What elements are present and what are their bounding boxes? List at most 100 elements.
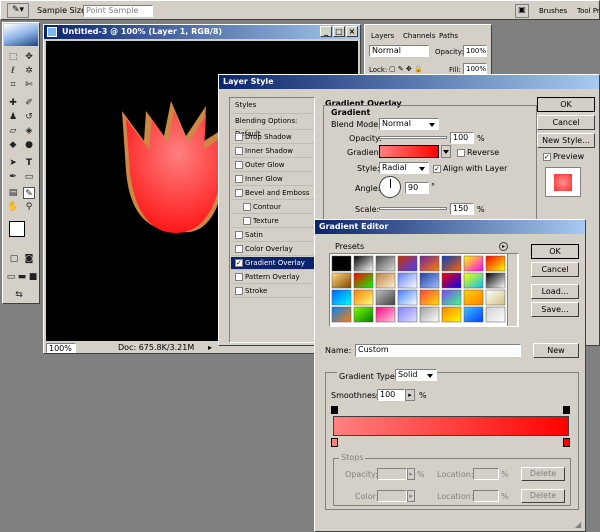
preset-swatch[interactable] [441,289,462,306]
standard-mode-icon[interactable]: ▢ [8,253,20,265]
color-stop-left[interactable] [331,438,338,447]
contour-checkbox[interactable] [243,203,251,211]
layer-blend-mode-select[interactable]: Normal [369,45,429,57]
tab-tool-presets[interactable]: Tool Pr [577,7,600,19]
preset-swatch[interactable] [485,255,506,272]
slice-tool-icon[interactable]: ✄ [23,79,35,91]
gradient-load-button[interactable]: Load... [531,284,579,299]
sidebar-item-stroke[interactable]: Stroke [231,285,314,298]
gradient-dropdown-button[interactable] [441,145,451,158]
preset-swatch[interactable] [463,272,484,289]
preset-swatch[interactable] [375,272,396,289]
preset-swatch[interactable] [331,255,352,272]
sidebar-item-inner-glow[interactable]: Inner Glow [231,173,314,186]
layer-style-cancel-button[interactable]: Cancel [537,115,595,130]
minimize-button[interactable]: _ [320,26,332,37]
document-title-bar[interactable]: Untitled-3 @ 100% (Layer 1, RGB/8) _ □ × [44,25,360,39]
preset-swatch[interactable] [397,255,418,272]
preset-swatch[interactable] [331,306,352,323]
path-selection-tool-icon[interactable]: ➤ [7,157,19,169]
preset-swatch[interactable] [397,289,418,306]
sidebar-item-pattern-overlay[interactable]: Pattern Overlay [231,271,314,284]
stop-opacity-location-field[interactable] [473,468,499,480]
eyedropper-tool-preset[interactable]: ✎▾ [7,3,29,18]
foreground-color-swatch[interactable] [9,221,25,237]
sidebar-item-contour[interactable]: Contour [231,201,314,214]
sidebar-item-texture[interactable]: Texture [231,215,314,228]
eraser-tool-icon[interactable]: ▱ [7,125,19,137]
inner-shadow-checkbox[interactable] [235,147,243,155]
presets-swatches[interactable] [330,254,518,326]
preset-swatch[interactable] [463,306,484,323]
sidebar-item-blending-options[interactable]: Blending Options: Default [231,115,314,138]
preview-checkbox[interactable]: ✓ Preview [543,152,584,162]
sidebar-item-drop-shadow[interactable]: Drop Shadow [231,131,314,144]
bevel-emboss-checkbox[interactable] [235,189,243,197]
tab-brushes[interactable]: Brushes [539,7,571,19]
preset-swatch[interactable] [419,255,440,272]
opacity-field[interactable]: 100 [450,132,474,144]
magic-wand-tool-icon[interactable]: ✲ [23,65,35,77]
sidebar-item-inner-shadow[interactable]: Inner Shadow [231,145,314,158]
marquee-tool-icon[interactable]: ⬚ [7,51,19,63]
bucket-tool-icon[interactable]: ◈ [23,125,35,137]
delete-color-stop-button[interactable]: Delete [521,489,565,503]
stop-opacity-field[interactable] [377,468,407,480]
new-style-button[interactable]: New Style... [537,133,595,148]
color-overlay-checkbox[interactable] [235,245,243,253]
preset-swatch[interactable] [419,306,440,323]
brush-tool-icon[interactable]: ✐ [23,97,35,109]
type-tool-icon[interactable]: T [23,157,35,169]
gradient-save-button[interactable]: Save... [531,302,579,317]
preset-swatch[interactable] [375,306,396,323]
sidebar-item-bevel-emboss[interactable]: Bevel and Emboss [231,187,314,200]
doc-info-arrow-icon[interactable]: ▸ [208,343,212,353]
close-button[interactable]: × [346,26,358,37]
preset-swatch[interactable] [419,272,440,289]
sidebar-item-gradient-overlay[interactable]: ✓ Gradient Overlay [231,257,314,270]
smoothness-arrow-button[interactable]: ▸ [405,389,415,401]
pen-tool-icon[interactable]: ✒ [7,171,19,183]
stop-opacity-arrow[interactable]: ▸ [407,468,415,480]
scale-field[interactable]: 150 [450,203,474,215]
sample-size-select[interactable]: Point Sample [83,5,153,17]
jump-to-imageready-icon[interactable]: ⇆ [13,289,25,301]
preset-swatch[interactable] [353,306,374,323]
presets-scrollbar[interactable] [507,254,517,326]
style-select[interactable]: Radial [379,162,429,174]
satin-checkbox[interactable] [235,231,243,239]
preset-swatch[interactable] [331,272,352,289]
stroke-checkbox[interactable] [235,287,243,295]
sidebar-item-styles[interactable]: Styles [231,99,314,114]
scale-slider[interactable] [379,207,447,210]
outer-glow-checkbox[interactable] [235,161,243,169]
notes-tool-icon[interactable]: ▤ [7,187,19,199]
opacity-stop-right[interactable] [563,406,570,414]
stop-color-arrow[interactable]: ▸ [407,490,415,502]
hand-tool-icon[interactable]: ✋ [7,201,19,213]
delete-opacity-stop-button[interactable]: Delete [521,467,565,481]
eyedropper-tool-icon[interactable]: ✎ [23,187,35,199]
gradient-ok-button[interactable]: OK [531,244,579,259]
gradient-type-select[interactable]: Solid [395,369,437,381]
preset-swatch[interactable] [397,306,418,323]
lasso-tool-icon[interactable]: ℓ [7,65,19,77]
quick-mask-mode-icon[interactable]: ◙ [23,253,35,265]
move-tool-icon[interactable]: ✥ [23,51,35,63]
shape-tool-icon[interactable]: ▭ [23,171,35,183]
inner-glow-checkbox[interactable] [235,175,243,183]
sidebar-item-outer-glow[interactable]: Outer Glow [231,159,314,172]
tab-layers[interactable]: Layers [371,31,394,41]
layer-style-ok-button[interactable]: OK [537,97,595,112]
preset-swatch[interactable] [353,255,374,272]
opacity-stop-left[interactable] [331,406,338,414]
pattern-overlay-checkbox[interactable] [235,273,243,281]
history-brush-tool-icon[interactable]: ↺ [23,111,35,123]
preset-swatch[interactable] [353,289,374,306]
opacity-slider[interactable] [379,136,447,139]
stamp-tool-icon[interactable]: ♟ [7,111,19,123]
tab-paths[interactable]: Paths [439,31,458,41]
resize-grip-icon[interactable]: ◢ [575,520,585,530]
gradient-editor-title-bar[interactable]: Gradient Editor [315,220,585,234]
lock-icons[interactable]: ▢ ✎ ✥ 🔒 [389,64,423,74]
